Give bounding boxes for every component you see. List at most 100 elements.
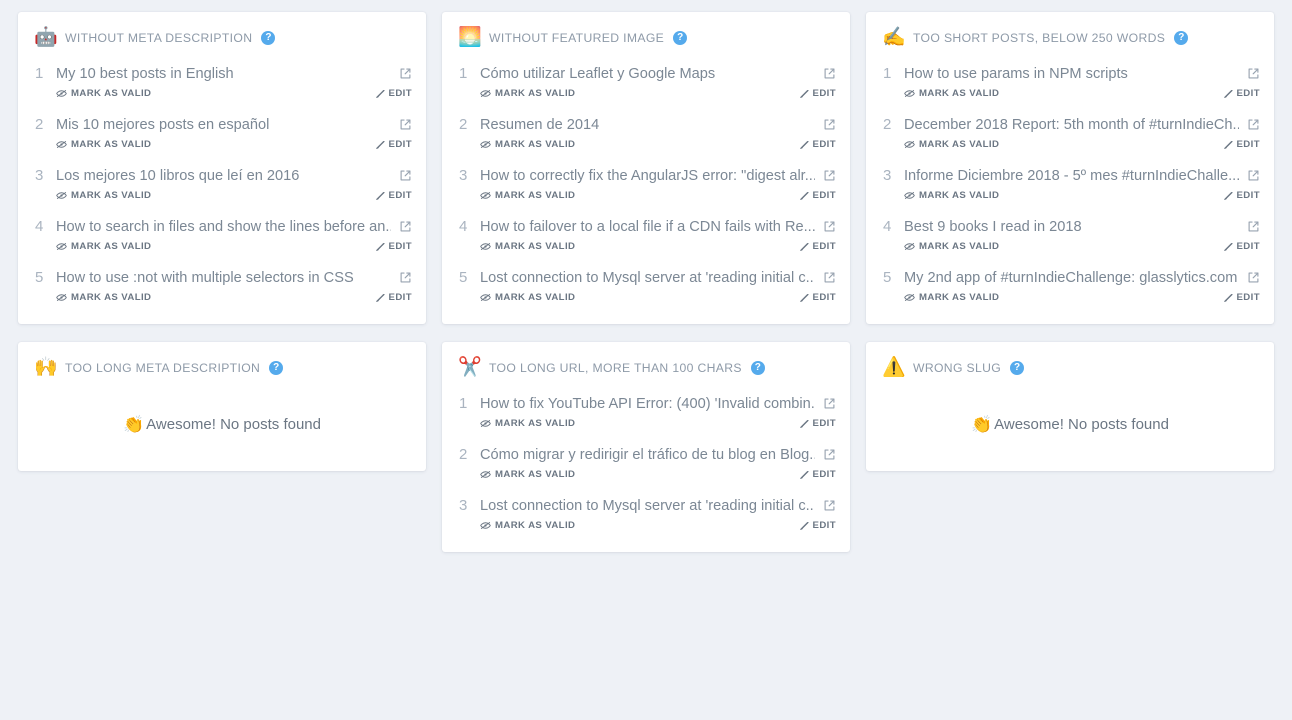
edit-button[interactable]: EDIT (799, 418, 836, 429)
post-body: How to use :not with multiple selectors … (56, 268, 412, 303)
mark-as-valid-button[interactable]: MARK AS VALID (56, 241, 151, 252)
pencil-icon (1223, 191, 1233, 201)
eye-slash-icon (904, 140, 915, 149)
external-link-icon[interactable] (823, 448, 836, 461)
external-link-icon[interactable] (1247, 67, 1260, 80)
mark-as-valid-button[interactable]: MARK AS VALID (480, 469, 575, 480)
post-index: 2 (35, 116, 44, 133)
external-link-icon[interactable] (823, 271, 836, 284)
mark-as-valid-button[interactable]: MARK AS VALID (480, 139, 575, 150)
external-link-icon[interactable] (823, 499, 836, 512)
edit-button[interactable]: EDIT (1223, 88, 1260, 99)
post-title-link[interactable]: December 2018 Report: 5th month of #turn… (904, 115, 1239, 135)
edit-button[interactable]: EDIT (1223, 241, 1260, 252)
help-icon[interactable]: ? (673, 30, 688, 45)
post-top-row: My 2nd app of #turnIndieChallenge: glass… (904, 268, 1260, 288)
post-index: 1 (882, 65, 892, 82)
edit-button[interactable]: EDIT (799, 139, 836, 150)
edit-button[interactable]: EDIT (375, 139, 412, 150)
edit-button[interactable]: EDIT (375, 88, 412, 99)
external-link-icon[interactable] (823, 118, 836, 131)
edit-button[interactable]: EDIT (1223, 190, 1260, 201)
external-link-icon[interactable] (1247, 271, 1260, 284)
mark-as-valid-button[interactable]: MARK AS VALID (480, 241, 575, 252)
external-link-icon[interactable] (823, 67, 836, 80)
mark-as-valid-button[interactable]: MARK AS VALID (56, 292, 151, 303)
external-link-icon[interactable] (1247, 220, 1260, 233)
help-icon[interactable]: ? (269, 360, 284, 375)
edit-button[interactable]: EDIT (375, 292, 412, 303)
post-title-link[interactable]: Mis 10 mejores posts en español (56, 115, 391, 135)
external-link-icon[interactable] (823, 397, 836, 410)
mark-as-valid-button[interactable]: MARK AS VALID (904, 88, 999, 99)
edit-button[interactable]: EDIT (799, 292, 836, 303)
post-title-link[interactable]: My 10 best posts in English (56, 64, 391, 84)
mark-as-valid-button[interactable]: MARK AS VALID (56, 88, 151, 99)
mark-as-valid-button[interactable]: MARK AS VALID (480, 88, 575, 99)
pencil-icon (799, 191, 809, 201)
post-title-link[interactable]: Lost connection to Mysql server at 'read… (480, 268, 815, 288)
mark-as-valid-button[interactable]: MARK AS VALID (56, 139, 151, 150)
mark-as-valid-button[interactable]: MARK AS VALID (904, 139, 999, 150)
post-title-link[interactable]: Best 9 books I read in 2018 (904, 217, 1239, 237)
help-icon[interactable]: ? (1174, 30, 1189, 45)
mark-as-valid-button[interactable]: MARK AS VALID (904, 241, 999, 252)
edit-button[interactable]: EDIT (799, 469, 836, 480)
pencil-icon (799, 140, 809, 150)
external-link-icon[interactable] (1247, 118, 1260, 131)
post-title-link[interactable]: Lost connection to Mysql server at 'read… (480, 496, 815, 516)
external-link-icon[interactable] (823, 220, 836, 233)
post-title-link[interactable]: Cómo utilizar Leaflet y Google Maps (480, 64, 815, 84)
external-link-icon[interactable] (399, 67, 412, 80)
post-top-row: Cómo utilizar Leaflet y Google Maps (480, 64, 836, 84)
mark-as-valid-label: MARK AS VALID (71, 88, 152, 99)
help-icon[interactable]: ? (750, 360, 765, 375)
edit-button[interactable]: EDIT (375, 190, 412, 201)
mark-as-valid-button[interactable]: MARK AS VALID (480, 418, 575, 429)
post-actions: MARK AS VALID EDIT (480, 88, 836, 99)
post-title-link[interactable]: Resumen de 2014 (480, 115, 815, 135)
edit-button[interactable]: EDIT (799, 241, 836, 252)
external-link-icon[interactable] (399, 271, 412, 284)
post-title-link[interactable]: My 2nd app of #turnIndieChallenge: glass… (904, 268, 1239, 288)
edit-button[interactable]: EDIT (799, 520, 836, 531)
post-title-link[interactable]: Informe Diciembre 2018 - 5º mes #turnInd… (904, 166, 1239, 186)
mark-as-valid-label: MARK AS VALID (918, 88, 1000, 99)
external-link-icon[interactable] (399, 220, 412, 233)
mark-as-valid-button[interactable]: MARK AS VALID (904, 190, 999, 201)
edit-button[interactable]: EDIT (1223, 139, 1260, 150)
writing-hand-emoji: ✍️ (881, 27, 906, 48)
edit-button[interactable]: EDIT (799, 88, 836, 99)
help-icon[interactable]: ? (261, 30, 276, 45)
post-title-link[interactable]: How to search in files and show the line… (56, 217, 391, 237)
card-column: 🙌 TOO LONG META DESCRIPTION? 👏 Awesome! No … (10, 342, 434, 570)
post-title-link[interactable]: How to use :not with multiple selectors … (56, 268, 391, 288)
mark-as-valid-button[interactable]: MARK AS VALID (480, 292, 575, 303)
help-icon[interactable]: ? (1010, 360, 1025, 375)
mark-as-valid-button[interactable]: MARK AS VALID (904, 292, 999, 303)
external-link-icon[interactable] (823, 169, 836, 182)
edit-button[interactable]: EDIT (1223, 292, 1260, 303)
post-index: 4 (458, 218, 468, 235)
pencil-icon (1223, 89, 1233, 99)
pencil-icon (1223, 140, 1233, 150)
mark-as-valid-button[interactable]: MARK AS VALID (480, 520, 575, 531)
post-body: Resumen de 2014 MARK AS VALID EDIT (480, 115, 836, 150)
post-title-link[interactable]: How to use params in NPM scripts (904, 64, 1239, 84)
post-title-link[interactable]: How to failover to a local file if a CDN… (480, 217, 815, 237)
external-link-icon[interactable] (399, 169, 412, 182)
edit-button[interactable]: EDIT (375, 241, 412, 252)
post-title-link[interactable]: How to fix YouTube API Error: (400) 'Inv… (480, 394, 815, 414)
mark-as-valid-button[interactable]: MARK AS VALID (56, 190, 151, 201)
post-title-link[interactable]: Los mejores 10 libros que leí en 2016 (56, 166, 391, 186)
pencil-icon (799, 470, 809, 480)
edit-button[interactable]: EDIT (799, 190, 836, 201)
post-title-link[interactable]: How to correctly fix the AngularJS error… (480, 166, 815, 186)
edit-label: EDIT (1236, 292, 1260, 303)
post-title-link[interactable]: Cómo migrar y redirigir el tráfico de tu… (480, 445, 815, 465)
external-link-icon[interactable] (1247, 169, 1260, 182)
eye-slash-icon (480, 89, 491, 98)
external-link-icon[interactable] (399, 118, 412, 131)
mark-as-valid-label: MARK AS VALID (918, 292, 1000, 303)
mark-as-valid-button[interactable]: MARK AS VALID (480, 190, 575, 201)
